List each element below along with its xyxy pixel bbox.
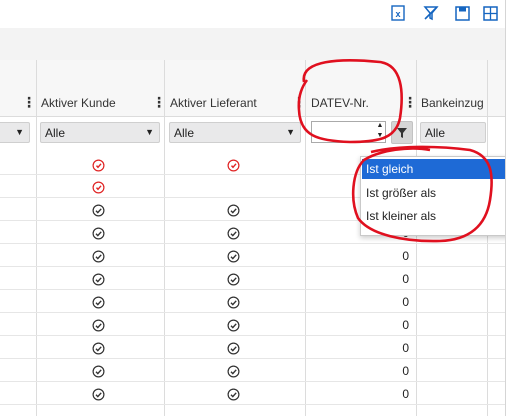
check-circle-icon [227,296,240,309]
column-title-aktiver-lieferant[interactable]: Aktiver Lieferant [170,96,257,110]
table-row[interactable] [0,404,505,405]
column-menu-icon[interactable]: ⋮ [152,94,166,111]
check-circle-icon [92,273,105,286]
menu-item-ist-kleiner-als[interactable]: Ist kleiner als [362,206,512,226]
column-title-bankeinzug[interactable]: Bankeinzug [421,96,484,110]
check-circle-icon [92,204,105,217]
datev-nr-cell: 0 [402,364,409,378]
table-row[interactable] [0,266,505,267]
column-menu-icon[interactable]: ⋮ [22,94,36,111]
column-menu-icon[interactable]: ⋮ [403,94,417,111]
check-circle-icon [92,250,105,263]
filter-operator-menu: Ist gleich Ist größer als Ist kleiner al… [360,156,513,236]
chevron-down-icon: ▼ [286,127,295,137]
menu-item-ist-groesser-als[interactable]: Ist größer als [362,183,512,203]
column-filter-select[interactable]: ▼ [0,122,30,143]
check-circle-icon [227,204,240,217]
datev-nr-cell: 0 [402,318,409,332]
datev-nr-cell: 0 [402,295,409,309]
check-circle-icon [92,342,105,355]
datev-nr-cell: 0 [402,249,409,263]
check-circle-icon [227,319,240,332]
check-circle-icon [227,388,240,401]
filter-value: Alle [174,126,195,140]
column-divider [36,60,37,416]
cross-circle-icon [92,159,105,172]
number-spinner[interactable]: ▲ ▼ [374,121,386,143]
table-row[interactable] [0,289,505,290]
column-divider [416,60,417,416]
check-circle-icon [92,365,105,378]
datev-nr-cell: 0 [402,272,409,286]
vertical-scrollbar[interactable] [505,0,513,416]
column-divider [487,60,488,416]
check-circle-icon [227,250,240,263]
filter-off-icon[interactable] [423,5,439,21]
group-panel [0,28,505,61]
table-row[interactable] [0,243,505,244]
check-circle-icon [92,227,105,240]
filter-operator-button[interactable] [391,121,413,144]
check-circle-icon [227,273,240,286]
check-circle-icon [227,227,240,240]
check-circle-icon [92,319,105,332]
table-row[interactable] [0,312,505,313]
filter-select-bankeinzug[interactable]: Alle [420,122,486,143]
check-circle-icon [92,388,105,401]
cross-circle-icon [92,181,105,194]
check-circle-icon [227,342,240,355]
column-menu-icon[interactable]: ⋮ [292,94,306,111]
datev-nr-cell: 0 [402,341,409,355]
svg-text:x: x [395,9,400,19]
menu-item-ist-gleich[interactable]: Ist gleich [362,159,512,179]
excel-icon[interactable]: x [390,5,406,21]
column-title-datev-nr[interactable]: DATEV-Nr. [311,96,369,110]
filter-icon [397,127,407,138]
toolbar: x [0,0,505,28]
table-row[interactable] [0,358,505,359]
filter-select-aktiver-kunde[interactable]: Alle ▼ [40,122,160,143]
save-icon[interactable] [454,5,470,21]
cross-circle-icon [227,159,240,172]
chevron-down-icon: ▼ [145,127,154,137]
check-circle-icon [227,365,240,378]
column-divider [305,60,306,416]
column-title-aktiver-kunde[interactable]: Aktiver Kunde [41,96,116,110]
datev-nr-cell: 0 [402,387,409,401]
layout-grid-icon[interactable] [482,5,498,21]
chevron-down-icon: ▼ [15,127,24,137]
table-row[interactable] [0,335,505,336]
column-divider [164,60,165,416]
filter-select-aktiver-lieferant[interactable]: Alle ▼ [169,122,301,143]
filter-value: Alle [45,126,66,140]
table-row[interactable] [0,381,505,382]
check-circle-icon [92,296,105,309]
filter-value: Alle [425,126,446,140]
